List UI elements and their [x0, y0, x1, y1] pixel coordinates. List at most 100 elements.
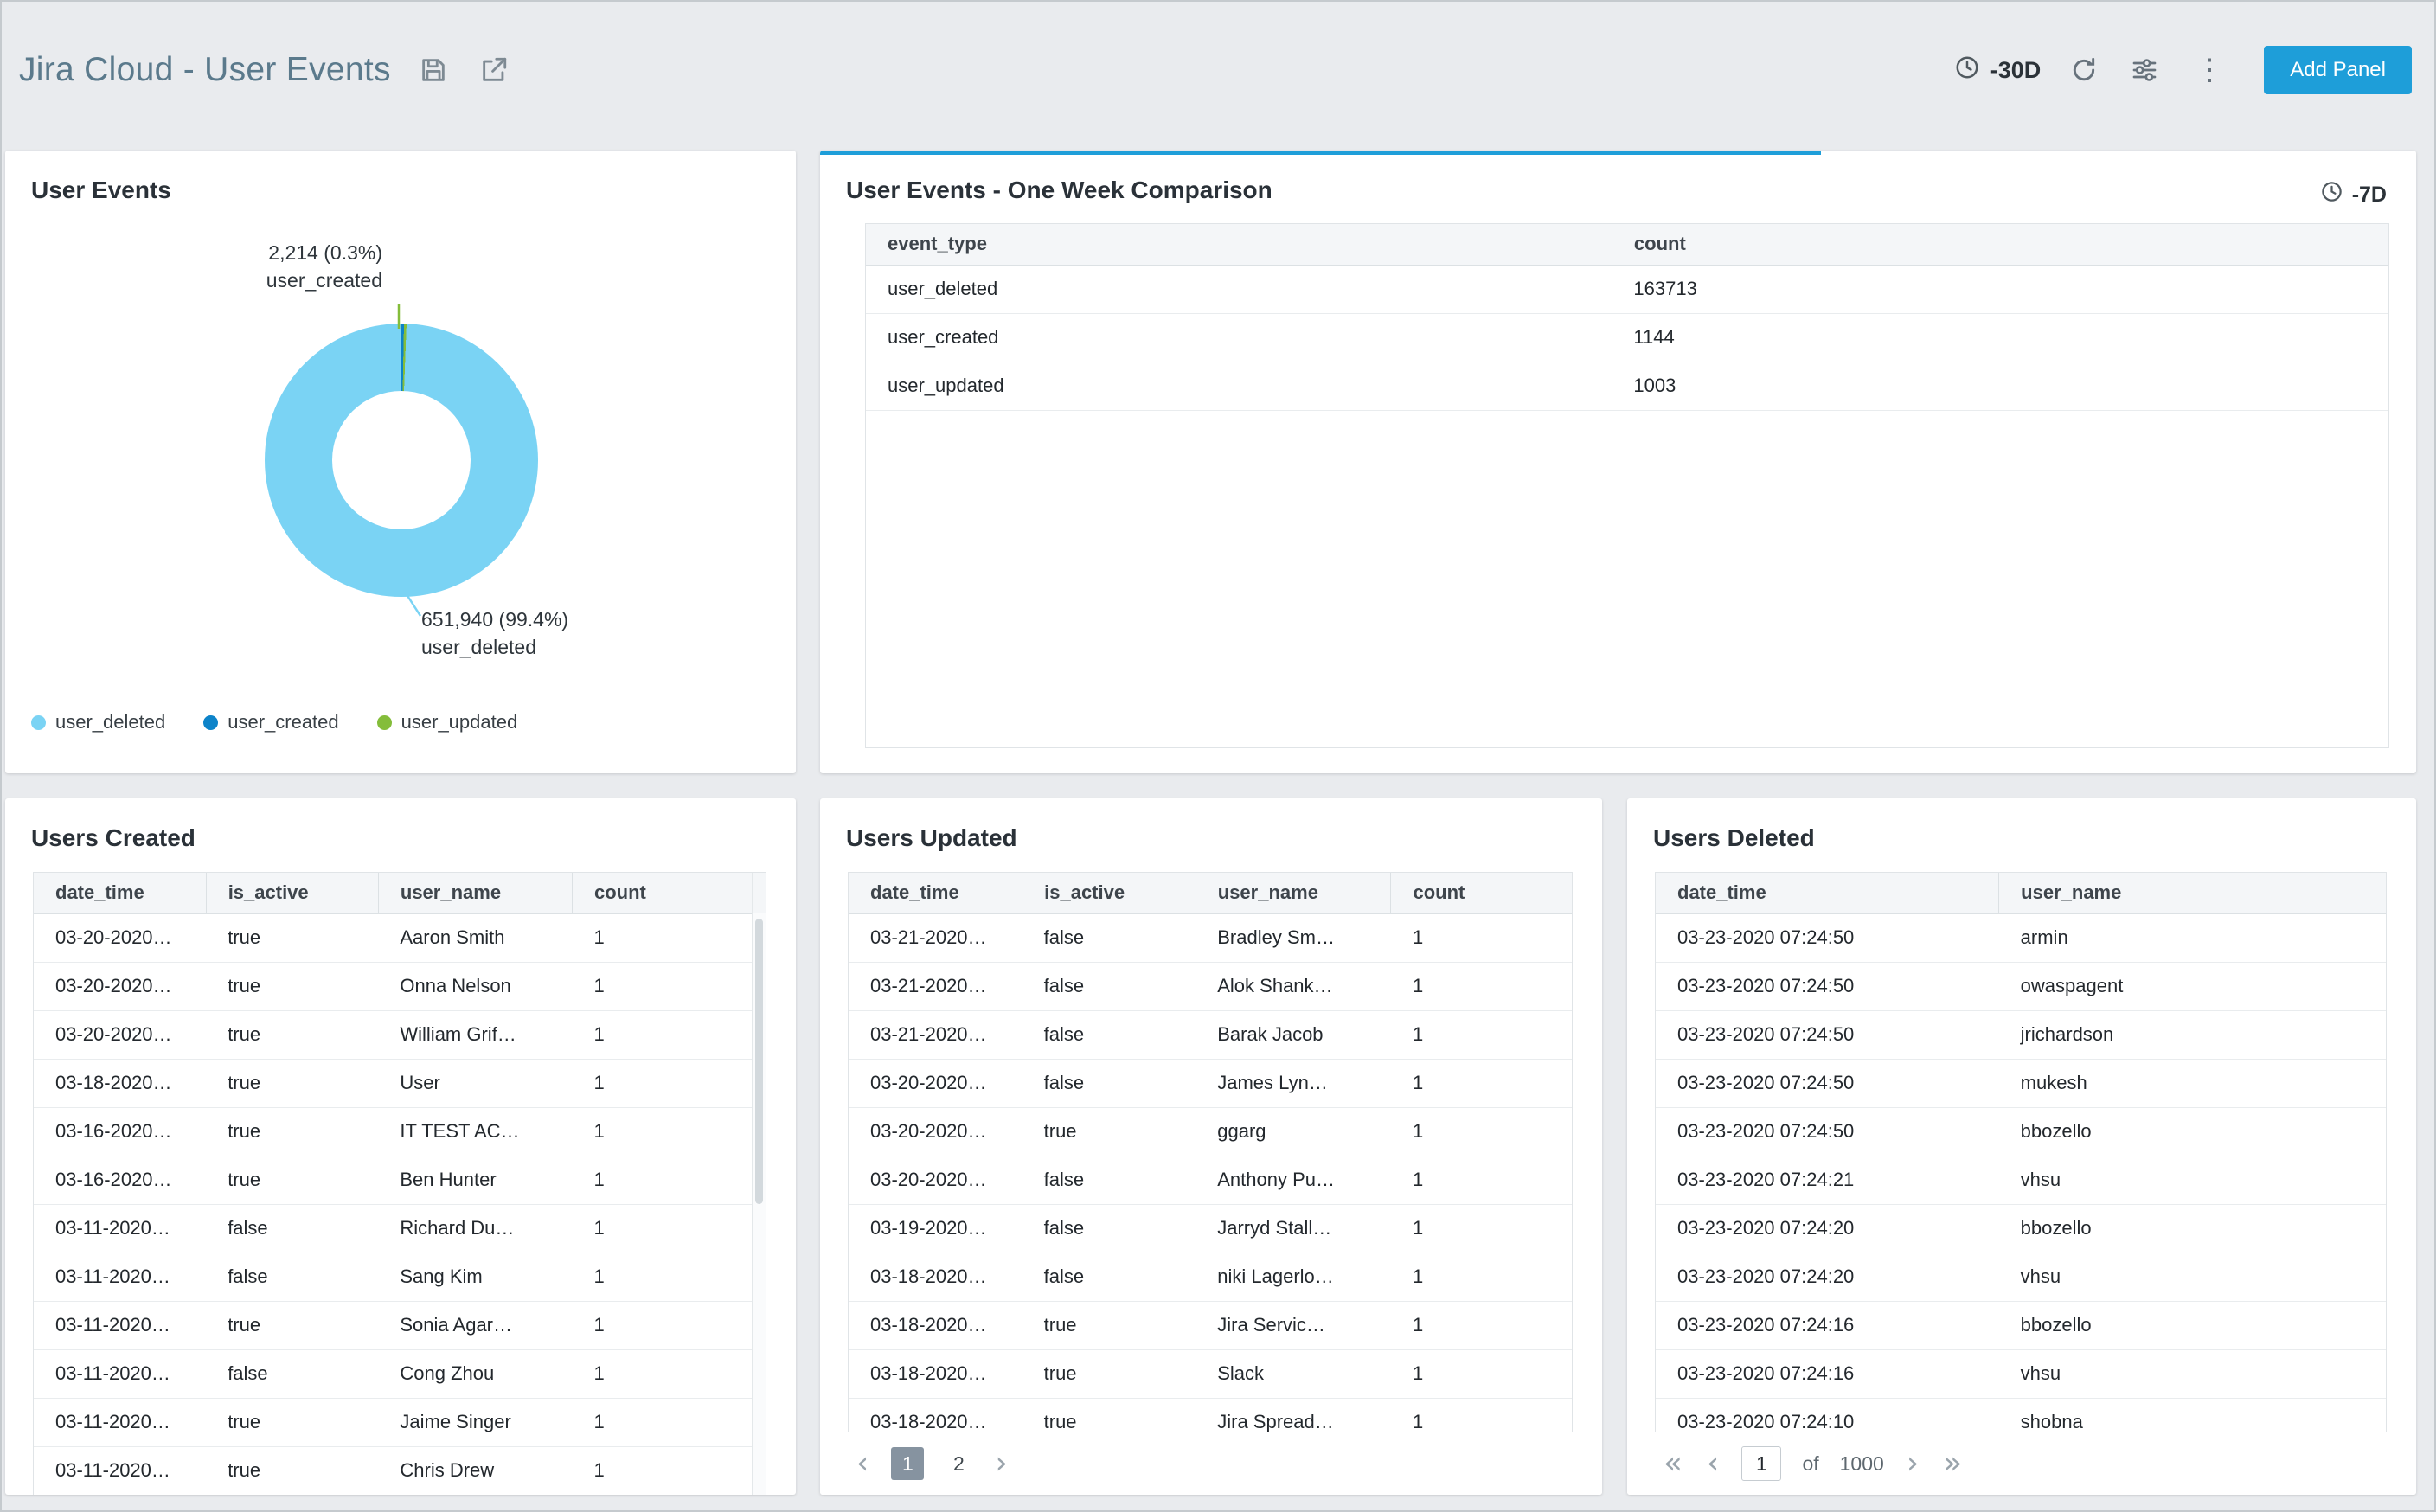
- dashboard: Jira Cloud - User Events: [0, 0, 2436, 1512]
- table-header-row: date_timeuser_name: [1656, 873, 2386, 913]
- callout-label: user_created: [266, 266, 382, 294]
- table-row: 03-18-2020…trueJira Servic…1: [849, 1301, 1572, 1349]
- table-row: 03-11-2020…falseCong Zhou1: [34, 1349, 752, 1398]
- column-header[interactable]: is_active: [206, 873, 378, 913]
- refresh-button[interactable]: [2067, 53, 2101, 87]
- table-cell: 1: [572, 1010, 752, 1059]
- table-cell: 1003: [1612, 362, 2388, 410]
- legend-dot: [377, 715, 392, 730]
- table-cell: 03-21-2020…: [849, 962, 1022, 1010]
- export-button[interactable]: [476, 52, 512, 88]
- table-header-row: date_timeis_activeuser_namecount: [849, 873, 1572, 913]
- column-header[interactable]: is_active: [1022, 873, 1196, 913]
- table-cell: 03-20-2020…: [849, 1156, 1022, 1204]
- filter-button[interactable]: [2127, 53, 2162, 87]
- panel-time-range-button[interactable]: -7D: [2320, 180, 2387, 209]
- users-updated-pagination: ‹ 1 2 ›: [820, 1432, 1602, 1495]
- table-cell: 03-23-2020 07:24:50: [1656, 1059, 1999, 1107]
- column-header[interactable]: user_name: [1999, 873, 2386, 913]
- header-controls: -30D ⋮ A: [1954, 46, 2412, 94]
- table-row: 03-21-2020…falseBradley Sm…1: [849, 913, 1572, 962]
- table-cell: 03-20-2020…: [34, 1010, 206, 1059]
- legend-label: user_deleted: [55, 711, 165, 734]
- table-cell: James Lyn…: [1196, 1059, 1391, 1107]
- table-cell: Cong Zhou: [378, 1349, 572, 1398]
- table-cell: 1: [1391, 1301, 1572, 1349]
- next-page-button[interactable]: ›: [993, 1448, 1009, 1479]
- legend-item-user-created[interactable]: user_created: [203, 711, 338, 734]
- table-cell: true: [206, 1446, 378, 1495]
- legend-label: user_updated: [401, 711, 518, 734]
- table-cell: vhsu: [1999, 1156, 2386, 1204]
- scrollbar-thumb[interactable]: [755, 919, 763, 1204]
- table-cell: false: [206, 1253, 378, 1301]
- table-cell: 03-19-2020…: [849, 1204, 1022, 1253]
- table-row: 03-23-2020 07:24:50mukesh: [1656, 1059, 2386, 1107]
- table-cell: 03-11-2020…: [34, 1349, 206, 1398]
- table-cell: user_deleted: [866, 265, 1612, 313]
- table-cell: 1: [572, 1253, 752, 1301]
- page-number-input[interactable]: [1741, 1446, 1781, 1481]
- table-cell: 03-21-2020…: [849, 913, 1022, 962]
- table-cell: 03-23-2020 07:24:16: [1656, 1349, 1999, 1398]
- add-panel-button[interactable]: Add Panel: [2264, 46, 2412, 94]
- table-cell: jrichardson: [1999, 1010, 2386, 1059]
- column-header[interactable]: user_name: [378, 873, 572, 913]
- table-cell: niki Lagerlo…: [1196, 1253, 1391, 1301]
- table-cell: 1144: [1612, 313, 2388, 362]
- one-week-table-container: event_typecount user_deleted163713user_c…: [865, 223, 2389, 748]
- table-cell: 1: [572, 1156, 752, 1204]
- table-cell: Barak Jacob: [1196, 1010, 1391, 1059]
- column-header[interactable]: event_type: [866, 224, 1612, 265]
- save-button[interactable]: [415, 52, 452, 88]
- prev-page-button[interactable]: ‹: [855, 1448, 870, 1479]
- table-row: 03-23-2020 07:24:21vhsu: [1656, 1156, 2386, 1204]
- first-page-button[interactable]: «: [1662, 1448, 1684, 1479]
- table-row: 03-11-2020…trueChris Drew1: [34, 1446, 752, 1495]
- table-cell: user_created: [866, 313, 1612, 362]
- column-header[interactable]: date_time: [34, 873, 206, 913]
- total-pages-label: 1000: [1840, 1452, 1884, 1476]
- table-cell: true: [206, 1301, 378, 1349]
- save-icon: [419, 55, 448, 85]
- page-button-1[interactable]: 1: [891, 1447, 924, 1480]
- column-header[interactable]: user_name: [1196, 873, 1391, 913]
- next-page-button[interactable]: ›: [1905, 1448, 1920, 1479]
- table-cell: false: [1022, 1204, 1196, 1253]
- vertical-scrollbar[interactable]: [752, 873, 766, 1495]
- table-cell: 03-20-2020…: [34, 962, 206, 1010]
- table-row: 03-11-2020…falseSang Kim1: [34, 1253, 752, 1301]
- time-range-button[interactable]: -30D: [1954, 54, 2042, 86]
- column-header[interactable]: count: [572, 873, 752, 913]
- page-button-2[interactable]: 2: [945, 1447, 972, 1480]
- table-cell: 03-20-2020…: [849, 1107, 1022, 1156]
- table-row: 03-11-2020…trueJaime Singer1: [34, 1398, 752, 1446]
- table-cell: 1: [1391, 1010, 1572, 1059]
- table-cell: bbozello: [1999, 1204, 2386, 1253]
- legend-item-user-updated[interactable]: user_updated: [377, 711, 518, 734]
- table-cell: 163713: [1612, 265, 2388, 313]
- prev-page-button[interactable]: ‹: [1705, 1448, 1721, 1479]
- table-cell: true: [206, 1059, 378, 1107]
- column-header[interactable]: date_time: [849, 873, 1022, 913]
- users-deleted-pagination: « ‹ of 1000 › »: [1627, 1432, 2416, 1495]
- column-header[interactable]: date_time: [1656, 873, 1999, 913]
- donut-chart[interactable]: [265, 324, 538, 597]
- last-page-button[interactable]: »: [1941, 1448, 1964, 1479]
- table-cell: owaspagent: [1999, 962, 2386, 1010]
- table-cell: 03-18-2020…: [34, 1059, 206, 1107]
- table-cell: true: [206, 1156, 378, 1204]
- table-cell: 03-23-2020 07:24:50: [1656, 1010, 1999, 1059]
- table-cell: true: [1022, 1107, 1196, 1156]
- legend-item-user-deleted[interactable]: user_deleted: [31, 711, 165, 734]
- kebab-menu-button[interactable]: ⋮: [2188, 55, 2231, 85]
- table-cell: true: [206, 962, 378, 1010]
- table-cell: mukesh: [1999, 1059, 2386, 1107]
- column-header[interactable]: count: [1391, 873, 1572, 913]
- table-row: 03-11-2020…falseRichard Du…1: [34, 1204, 752, 1253]
- one-week-table: event_typecount user_deleted163713user_c…: [866, 224, 2388, 411]
- refresh-icon: [2070, 56, 2098, 84]
- table-cell: 1: [1391, 1156, 1572, 1204]
- column-header[interactable]: count: [1612, 224, 2388, 265]
- table-cell: bbozello: [1999, 1107, 2386, 1156]
